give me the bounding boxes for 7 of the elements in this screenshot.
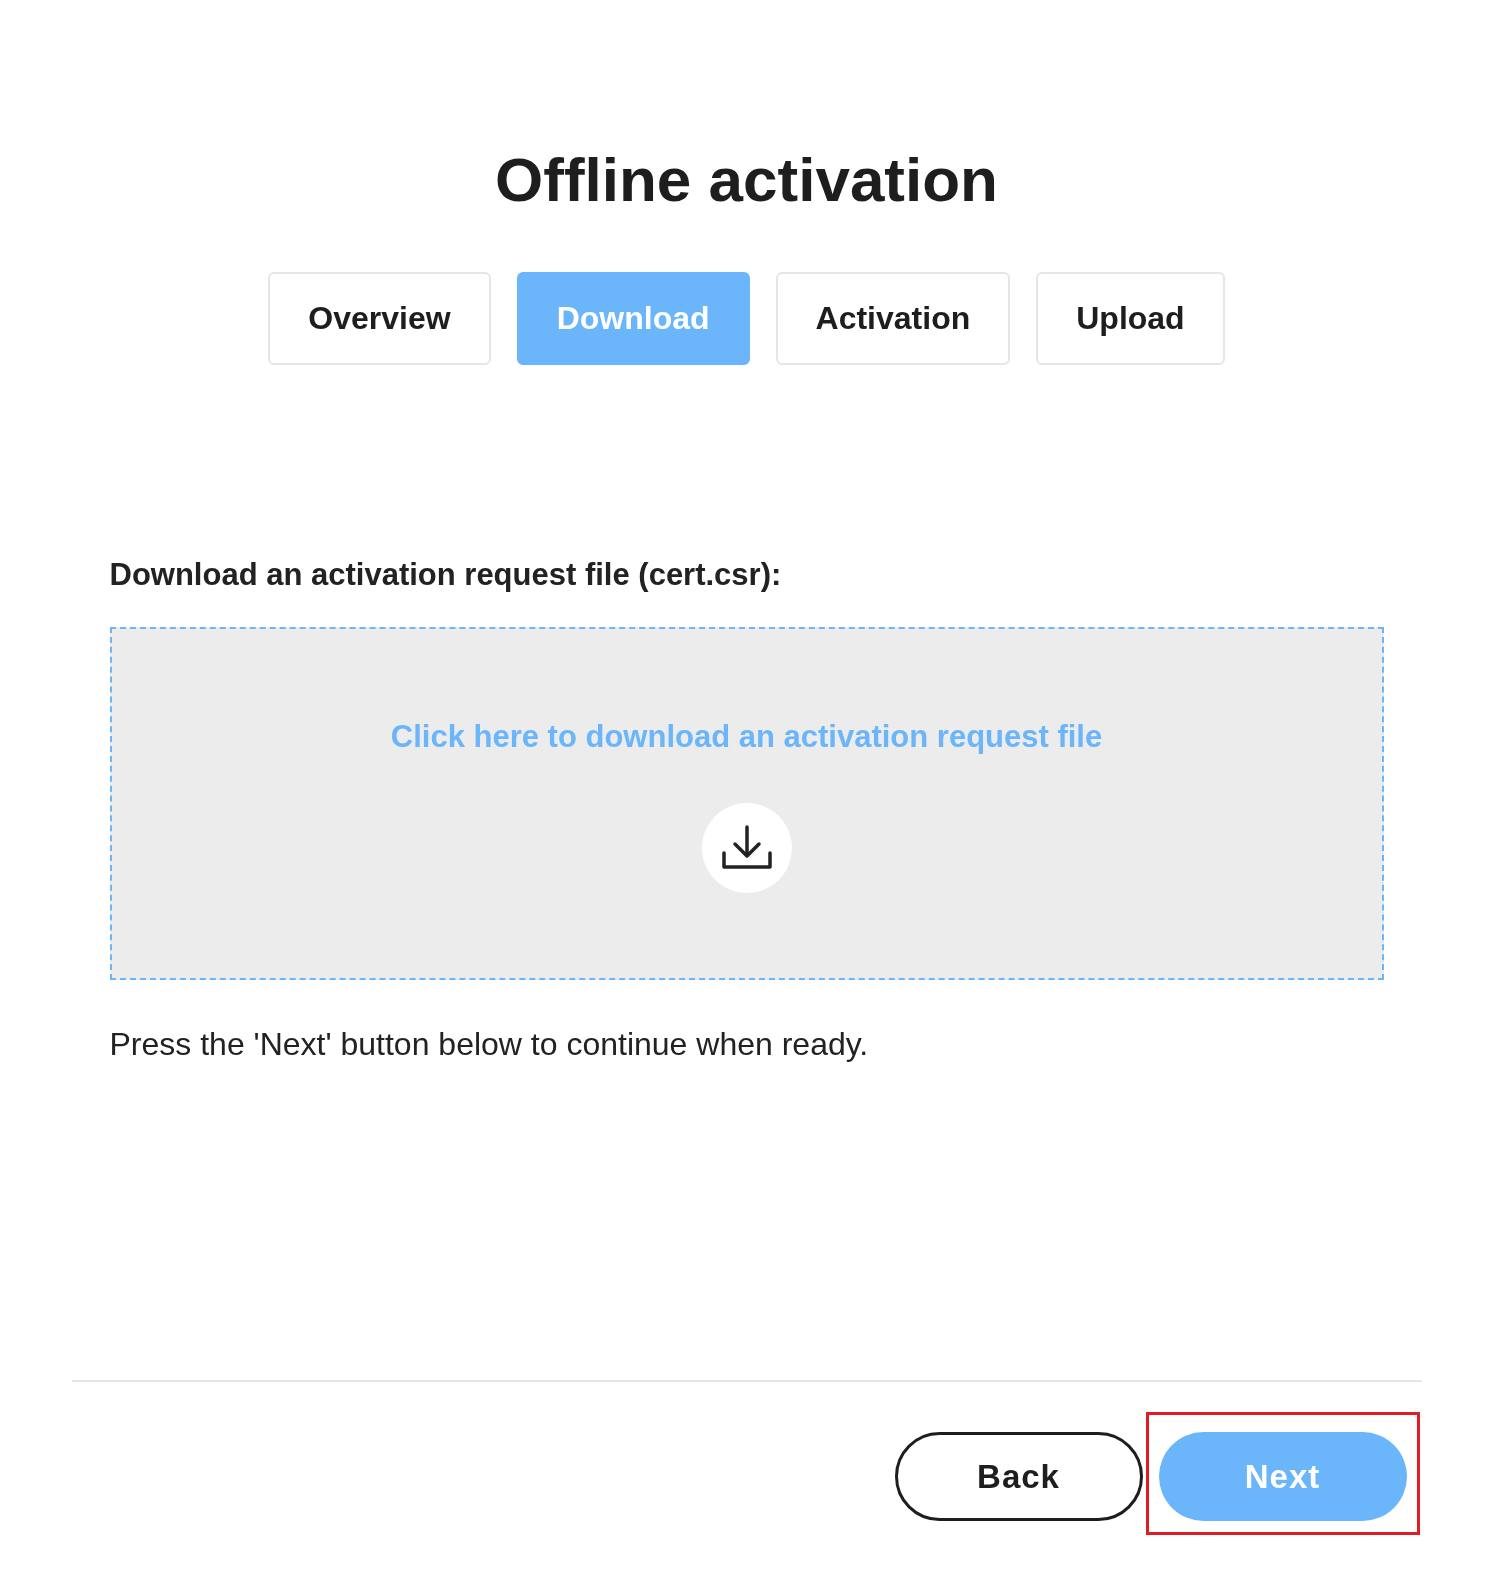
back-button[interactable]: Back xyxy=(894,1432,1143,1521)
tab[interactable]: Activation xyxy=(775,272,1011,365)
instruction-text: Press the 'Next' button below to continue when ready. xyxy=(109,1025,869,1064)
tab[interactable]: Overview xyxy=(268,272,491,365)
section-label: Download an activation request file (cert.csr): xyxy=(109,556,782,594)
tab[interactable]: Upload xyxy=(1036,272,1225,365)
page-title: Offline activation xyxy=(495,144,998,216)
